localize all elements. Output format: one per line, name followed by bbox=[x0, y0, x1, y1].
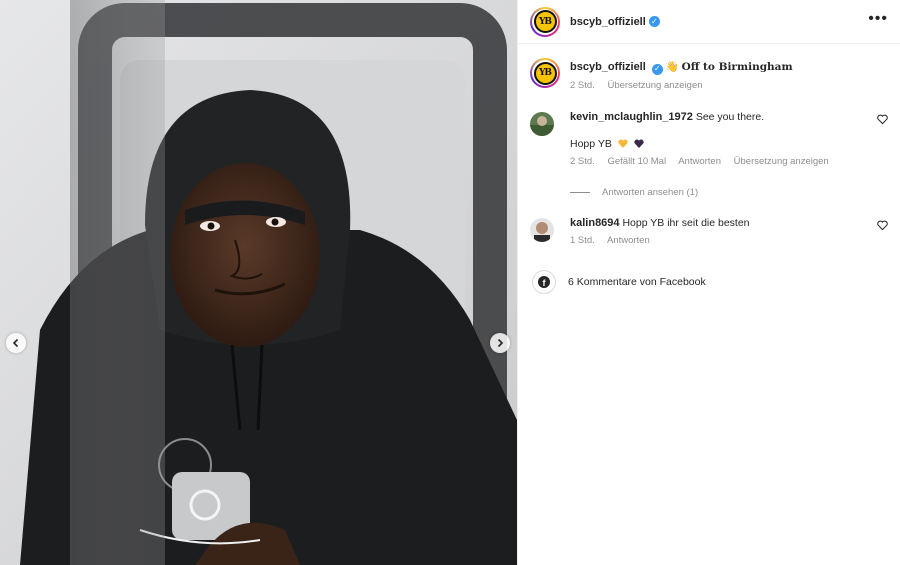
like-comment-heart-icon[interactable] bbox=[877, 220, 888, 231]
caption-translate-link[interactable]: Übersetzung anzeigen bbox=[607, 80, 702, 91]
replies-divider bbox=[570, 192, 590, 193]
caption-text: Off to Birmingham bbox=[681, 61, 793, 73]
verified-badge-icon: ✓ bbox=[651, 63, 663, 75]
header-username-link[interactable]: bscyb_offiziell bbox=[570, 16, 646, 28]
comment-translate-link[interactable]: Übersetzung anzeigen bbox=[734, 156, 829, 167]
comment-text-line2: Hopp YB bbox=[570, 137, 612, 150]
comment-username-link[interactable]: kalin8694 bbox=[570, 217, 620, 229]
like-comment-heart-icon[interactable] bbox=[877, 114, 888, 125]
post-caption: YB bscyb_offiziell ✓ 👋 Off to Birmingham… bbox=[530, 58, 888, 93]
facebook-comments-link[interactable]: f 6 Kommentare von Facebook bbox=[530, 269, 888, 294]
facebook-comments-label: 6 Kommentare von Facebook bbox=[568, 275, 706, 288]
verified-badge-icon: ✓ bbox=[648, 16, 660, 27]
yb-logo-icon: YB bbox=[533, 10, 557, 33]
comment-text: See you there. bbox=[695, 110, 765, 123]
caption-username-link[interactable]: bscyb_offiziell bbox=[570, 61, 646, 73]
comment-likes-count[interactable]: Gefällt 10 Mal bbox=[607, 156, 666, 167]
comment-username-link[interactable]: kevin_mclaughlin_1972 bbox=[570, 111, 693, 123]
commenter-avatar[interactable] bbox=[530, 111, 554, 136]
yb-logo-icon: YB bbox=[533, 61, 557, 85]
view-replies-button[interactable]: Antworten ansehen (1) bbox=[570, 186, 888, 200]
yellow-heart-icon bbox=[618, 138, 628, 148]
facebook-icon: f bbox=[532, 269, 556, 294]
reply-link[interactable]: Antworten bbox=[607, 235, 650, 246]
reply-link[interactable]: Antworten bbox=[678, 156, 721, 167]
post-photo bbox=[0, 0, 517, 565]
comment-timestamp[interactable]: 1 Std. bbox=[570, 235, 595, 246]
comment-text: Hopp YB ihr seit die besten bbox=[622, 216, 750, 229]
previous-image-button[interactable] bbox=[6, 333, 26, 353]
view-replies-label: Antworten ansehen (1) bbox=[602, 186, 699, 198]
post-details-panel: YB bscyb_offiziell ✓ ••• YB bscyb_offizi… bbox=[517, 0, 900, 565]
comments-list: YB bscyb_offiziell ✓ 👋 Off to Birmingham… bbox=[518, 44, 900, 294]
chevron-left-icon bbox=[12, 338, 19, 348]
caption-avatar[interactable]: YB bbox=[530, 58, 560, 88]
waving-hand-emoji: 👋 bbox=[665, 61, 679, 73]
more-options-button[interactable]: ••• bbox=[868, 11, 888, 27]
comment-item: kevin_mclaughlin_1972 See you there. Hop… bbox=[530, 110, 888, 200]
post-media[interactable] bbox=[0, 0, 517, 565]
black-heart-icon bbox=[634, 138, 644, 148]
account-avatar[interactable]: YB bbox=[530, 6, 560, 37]
commenter-avatar[interactable] bbox=[530, 217, 554, 242]
next-image-button[interactable] bbox=[490, 333, 510, 353]
chevron-right-icon bbox=[497, 338, 504, 348]
caption-timestamp[interactable]: 2 Std. bbox=[570, 80, 595, 91]
post-header: YB bscyb_offiziell ✓ ••• bbox=[518, 0, 900, 44]
comment-timestamp[interactable]: 2 Std. bbox=[570, 156, 595, 167]
comment-item: kalin8694 Hopp YB ihr seit die besten 1 … bbox=[530, 216, 888, 248]
